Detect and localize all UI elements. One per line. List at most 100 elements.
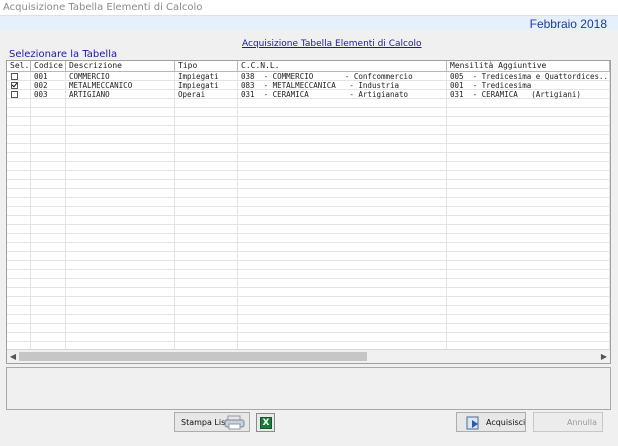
- cell-descrizione: [66, 333, 175, 342]
- cell-sel: [7, 72, 31, 81]
- cell-sel: [7, 216, 31, 225]
- column-header-ccnl[interactable]: C.C.N.L.: [238, 61, 447, 72]
- cell-mensilita: [447, 153, 610, 162]
- cell-codice: [31, 315, 66, 324]
- info-panel: [6, 367, 611, 410]
- export-excel-button[interactable]: X: [256, 413, 275, 432]
- cell-sel: [7, 153, 31, 162]
- cell-mensilita: [447, 234, 610, 243]
- cell-tipo: Impiegati: [175, 72, 238, 81]
- empty-row: [7, 306, 610, 315]
- cell-mensilita: [447, 207, 610, 216]
- tables-grid[interactable]: Sel. Codice Descrizione Tipo C.C.N.L. Me…: [6, 60, 611, 364]
- cell-codice: [31, 99, 66, 108]
- select-checkbox[interactable]: [11, 91, 18, 98]
- cell-codice: [31, 234, 66, 243]
- table-row[interactable]: 001 COMMERCIO Impiegati 038 - COMMERCIO - C…: [7, 72, 610, 81]
- cell-tipo: [175, 207, 238, 216]
- horizontal-scrollbar[interactable]: ◀ ▶: [7, 349, 610, 363]
- print-list-button[interactable]: Stampa Lista: [174, 412, 250, 432]
- cancel-button[interactable]: Annulla: [533, 412, 603, 432]
- period-label: Febbraio 2018: [529, 17, 607, 31]
- cell-ccnl: [238, 279, 447, 288]
- cell-descrizione: COMMERCIO: [66, 72, 175, 81]
- cell-mensilita: [447, 117, 610, 126]
- column-header-sel[interactable]: Sel.: [7, 61, 31, 72]
- scrollbar-thumb[interactable]: [19, 352, 367, 361]
- column-header-descrizione[interactable]: Descrizione: [66, 61, 175, 72]
- cell-ccnl: [238, 180, 447, 189]
- cell-tipo: [175, 315, 238, 324]
- empty-row: [7, 252, 610, 261]
- cell-tipo: [175, 216, 238, 225]
- cell-descrizione: [66, 315, 175, 324]
- cell-mensilita: 031 - CERAMICA (Artigiani): [447, 90, 610, 99]
- select-checkbox[interactable]: [11, 82, 18, 89]
- cell-mensilita: [447, 252, 610, 261]
- column-header-codice[interactable]: Codice: [31, 61, 66, 72]
- printer-icon: [224, 415, 245, 430]
- column-header-tipo[interactable]: Tipo: [175, 61, 238, 72]
- cell-codice: [31, 297, 66, 306]
- scroll-right-icon[interactable]: ▶: [599, 352, 609, 362]
- cell-sel: [7, 144, 31, 153]
- cell-sel: [7, 306, 31, 315]
- table-row[interactable]: 003 ARTIGIANO Operai 031 - CERAMICA - Artig…: [7, 90, 610, 99]
- cell-codice: [31, 135, 66, 144]
- cell-mensilita: [447, 135, 610, 144]
- acquire-label: Acquisisci: [486, 418, 526, 427]
- cell-codice: [31, 342, 66, 349]
- cell-ccnl: 038 - COMMERCIO - Confcommercio: [238, 72, 447, 81]
- cell-mensilita: [447, 306, 610, 315]
- cell-mensilita: [447, 288, 610, 297]
- cell-codice: [31, 153, 66, 162]
- cell-sel: [7, 243, 31, 252]
- cell-mensilita: [447, 189, 610, 198]
- select-checkbox[interactable]: [11, 73, 18, 80]
- cell-codice: [31, 144, 66, 153]
- cell-ccnl: [238, 252, 447, 261]
- empty-row: [7, 135, 610, 144]
- cell-mensilita: [447, 108, 610, 117]
- table-row[interactable]: 002 METALMECCANICO Impiegati 083 - METALMEC…: [7, 81, 610, 90]
- cell-codice: [31, 261, 66, 270]
- cell-sel: [7, 288, 31, 297]
- page-title-link[interactable]: Acquisizione Tabella Elementi di Calcolo: [242, 39, 422, 49]
- empty-row: [7, 342, 610, 349]
- cell-descrizione: [66, 225, 175, 234]
- cell-mensilita: [447, 225, 610, 234]
- empty-row: [7, 162, 610, 171]
- cell-descrizione: [66, 342, 175, 349]
- cell-ccnl: [238, 207, 447, 216]
- cell-tipo: [175, 117, 238, 126]
- cell-ccnl: [238, 288, 447, 297]
- cell-tipo: [175, 333, 238, 342]
- cell-descrizione: [66, 306, 175, 315]
- scroll-left-icon[interactable]: ◀: [8, 352, 18, 362]
- cell-tipo: [175, 324, 238, 333]
- cell-ccnl: [238, 324, 447, 333]
- cell-sel: [7, 342, 31, 349]
- cell-mensilita: [447, 171, 610, 180]
- acquire-button[interactable]: Acquisisci: [456, 412, 526, 432]
- cell-mensilita: 005 - Tredicesima e Quattordices...: [447, 72, 610, 81]
- cell-codice: [31, 198, 66, 207]
- cell-codice: [31, 243, 66, 252]
- cell-codice: [31, 171, 66, 180]
- cell-tipo: [175, 243, 238, 252]
- cell-tipo: [175, 135, 238, 144]
- cell-codice: [31, 306, 66, 315]
- cell-descrizione: [66, 126, 175, 135]
- cell-ccnl: [238, 117, 447, 126]
- cell-sel: [7, 225, 31, 234]
- cell-mensilita: [447, 198, 610, 207]
- cell-descrizione: [66, 153, 175, 162]
- cell-mensilita: [447, 270, 610, 279]
- empty-row: [7, 261, 610, 270]
- empty-row: [7, 153, 610, 162]
- column-header-mensilita[interactable]: Mensilità Aggiuntive: [447, 61, 610, 72]
- cell-tipo: [175, 180, 238, 189]
- cell-descrizione: ARTIGIANO: [66, 90, 175, 99]
- cell-sel: [7, 207, 31, 216]
- cell-ccnl: [238, 270, 447, 279]
